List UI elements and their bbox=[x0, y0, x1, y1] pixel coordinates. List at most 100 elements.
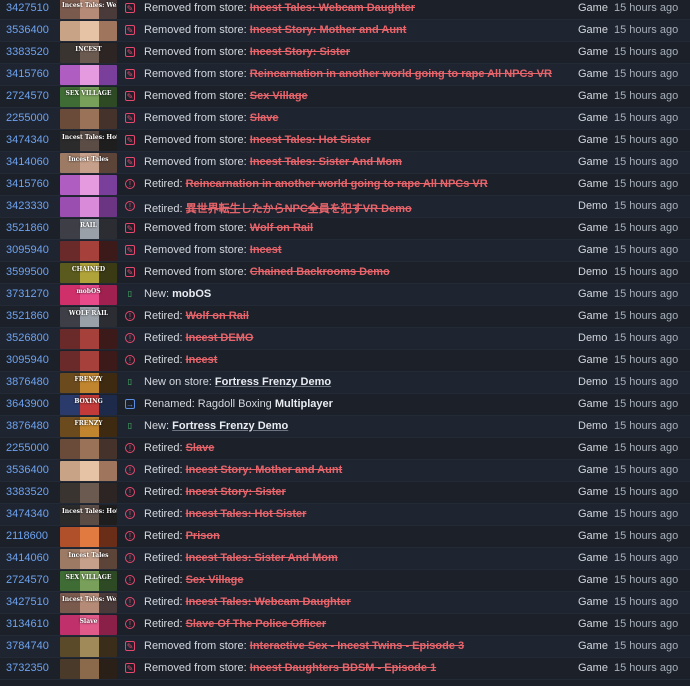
appid-link[interactable]: 3731270 bbox=[6, 288, 49, 300]
table-row[interactable]: 3536400 ✎ Removed from store: Incest Story… bbox=[0, 20, 690, 42]
app-name-link[interactable]: Incest Tales: Sister And Mom bbox=[250, 156, 402, 168]
app-name-link[interactable]: Reincarnation in another world going to … bbox=[250, 68, 552, 80]
app-name-link[interactable]: Slave bbox=[186, 442, 215, 454]
app-name-link[interactable]: Incest Tales: Webcam Daughter bbox=[250, 2, 415, 14]
table-row[interactable]: 3415760 ✎ Removed from store: Reincarnatio… bbox=[0, 64, 690, 86]
table-row[interactable]: 3474340 Incest Tales: Hot Sister ✎ Removed … bbox=[0, 130, 690, 152]
game-thumbnail[interactable] bbox=[60, 439, 117, 459]
game-thumbnail[interactable]: WOLF RAIL bbox=[60, 307, 117, 327]
game-thumbnail[interactable] bbox=[60, 329, 117, 349]
appid-link[interactable]: 3414060 bbox=[6, 552, 49, 564]
game-thumbnail[interactable] bbox=[60, 241, 117, 261]
appid-link[interactable]: 3536400 bbox=[6, 464, 49, 476]
appid-link[interactable]: 3474340 bbox=[6, 508, 49, 520]
appid-link[interactable]: 2724570 bbox=[6, 90, 49, 102]
game-thumbnail[interactable]: mobOS bbox=[60, 285, 117, 305]
app-name-link[interactable]: Reincarnation in another world going to … bbox=[186, 178, 488, 190]
table-row[interactable]: 3383520 INCEST ✎ Removed from store: Incest… bbox=[0, 42, 690, 64]
app-name-link[interactable]: Incest Tales: Hot Sister bbox=[186, 508, 307, 520]
table-row[interactable]: 3521860 WOLF RAIL! Retired: Wolf on Rail Ga… bbox=[0, 306, 690, 328]
table-row[interactable]: 3876480 FRENZY ▯ New: Fortress Frenzy Demo D… bbox=[0, 416, 690, 438]
app-name-link[interactable]: Incest Story: Sister bbox=[250, 46, 350, 58]
app-name-link[interactable]: 異世界転生したからNPC全員を犯すVR Demo bbox=[186, 203, 412, 215]
game-thumbnail[interactable] bbox=[60, 351, 117, 371]
game-thumbnail[interactable] bbox=[60, 175, 117, 195]
table-row[interactable]: 3415760! Retired: Reincarnation in anothe… bbox=[0, 174, 690, 196]
app-name-link[interactable]: Interactive Sex - Incest Twins - Episode… bbox=[250, 640, 464, 652]
table-row[interactable]: 3095940 ✎ Removed from store: Incest Game 15… bbox=[0, 240, 690, 262]
appid-link[interactable]: 2724570 bbox=[6, 574, 49, 586]
app-name-link[interactable]: Slave bbox=[250, 112, 279, 124]
appid-link[interactable]: 3526800 bbox=[6, 332, 49, 344]
appid-link[interactable]: 3876480 bbox=[6, 420, 49, 432]
app-name-link[interactable]: Incest Tales: Hot Sister bbox=[250, 134, 371, 146]
table-row[interactable]: 3599500 CHAINED ✎ Removed from store: Chain… bbox=[0, 262, 690, 284]
game-thumbnail[interactable]: CHAINED bbox=[60, 263, 117, 283]
app-name-link[interactable]: Incest bbox=[250, 244, 282, 256]
appid-link[interactable]: 2118600 bbox=[6, 530, 48, 542]
table-row[interactable]: 3731270 mobOS ▯ New: mobOS Game 15 hours ago bbox=[0, 284, 690, 306]
app-name-link[interactable]: Fortress Frenzy Demo bbox=[215, 376, 331, 388]
game-thumbnail[interactable]: INCEST bbox=[60, 43, 117, 63]
game-thumbnail[interactable] bbox=[60, 197, 117, 217]
app-name-link[interactable]: Chained Backrooms Demo bbox=[250, 266, 390, 278]
game-thumbnail[interactable] bbox=[60, 109, 117, 129]
app-name-link[interactable]: Sex Village bbox=[250, 90, 308, 102]
table-row[interactable]: 3784740 ✎ Removed from store: Interactive … bbox=[0, 636, 690, 658]
table-row[interactable]: 3095940! Retired: Incest Game 15 hours ago bbox=[0, 350, 690, 372]
game-thumbnail[interactable]: Incest Tales: Webcam Daughter bbox=[60, 593, 117, 613]
game-thumbnail[interactable]: FRENZY bbox=[60, 373, 117, 393]
appid-link[interactable]: 3134610 bbox=[6, 618, 49, 630]
game-thumbnail[interactable]: FRENZY bbox=[60, 417, 117, 437]
table-row[interactable]: 2724570 SEX VILLAGE! Retired: Sex Village G… bbox=[0, 570, 690, 592]
appid-link[interactable]: 3383520 bbox=[6, 486, 49, 498]
appid-link[interactable]: 3521860 bbox=[6, 222, 49, 234]
appid-link[interactable]: 3876480 bbox=[6, 376, 49, 388]
game-thumbnail[interactable]: Incest Tales: Webcam Daughter bbox=[60, 0, 117, 19]
appid-link[interactable]: 3423330 bbox=[6, 200, 49, 212]
game-thumbnail[interactable]: Slave bbox=[60, 615, 117, 635]
app-name-link[interactable]: Incest Story: Sister bbox=[186, 486, 286, 498]
game-thumbnail[interactable] bbox=[60, 21, 117, 41]
table-row[interactable]: 3414060 Incest Tales ✎ Removed from store: … bbox=[0, 152, 690, 174]
game-thumbnail[interactable]: Incest Tales: Hot Sister bbox=[60, 131, 117, 151]
appid-link[interactable]: 3383520 bbox=[6, 46, 49, 58]
appid-link[interactable]: 3095940 bbox=[6, 244, 49, 256]
table-row[interactable]: 3423330! Retired: 異世界転生したからNPC全員を犯すVR Dem… bbox=[0, 196, 690, 218]
game-thumbnail[interactable]: SEX VILLAGE bbox=[60, 571, 117, 591]
game-thumbnail[interactable] bbox=[60, 659, 117, 679]
app-name-link[interactable]: Incest DEMO bbox=[186, 332, 254, 344]
appid-link[interactable]: 3732350 bbox=[6, 662, 49, 674]
appid-link[interactable]: 3095940 bbox=[6, 354, 49, 366]
app-name-link[interactable]: Incest Daughters BDSM - Episode 1 bbox=[250, 662, 436, 674]
app-name-link[interactable]: Incest Tales: Sister And Mom bbox=[186, 552, 338, 564]
table-row[interactable]: 3521860 RAIL ✎ Removed from store: Wolf on … bbox=[0, 218, 690, 240]
app-name-link[interactable]: Sex Village bbox=[186, 574, 244, 586]
game-thumbnail[interactable] bbox=[60, 637, 117, 657]
appid-link[interactable]: 3427510 bbox=[6, 596, 49, 608]
game-thumbnail[interactable]: SEX VILLAGE bbox=[60, 87, 117, 107]
table-row[interactable]: 3414060 Incest Tales! Retired: Incest Tale… bbox=[0, 548, 690, 570]
appid-link[interactable]: 3415760 bbox=[6, 178, 49, 190]
game-thumbnail[interactable]: Incest Tales bbox=[60, 549, 117, 569]
table-row[interactable]: 3732350 ✎ Removed from store: Incest Daugh… bbox=[0, 658, 690, 680]
table-row[interactable]: 3474340 Incest Tales: Hot Sister! Retired:… bbox=[0, 504, 690, 526]
table-row[interactable]: 3643900 BOXING → Renamed: Ragdoll Boxing Mu… bbox=[0, 394, 690, 416]
game-thumbnail[interactable]: RAIL bbox=[60, 219, 117, 239]
table-row[interactable]: 3427510 Incest Tales: Webcam Daughter ✎ Rem… bbox=[0, 0, 690, 20]
table-row[interactable]: 3383520! Retired: Incest Story: Sister Gam… bbox=[0, 482, 690, 504]
app-name-link[interactable]: Prison bbox=[186, 530, 220, 542]
appid-link[interactable]: 3427510 bbox=[6, 2, 49, 14]
app-name-link[interactable]: Multiplayer bbox=[275, 398, 333, 410]
app-name-link[interactable]: Wolf on Rail bbox=[250, 222, 313, 234]
app-name-link[interactable]: Incest Tales: Webcam Daughter bbox=[186, 596, 351, 608]
app-name-link[interactable]: Slave Of The Police Officer bbox=[186, 618, 327, 630]
app-name-link[interactable]: Fortress Frenzy Demo bbox=[172, 420, 288, 432]
appid-link[interactable]: 3536400 bbox=[6, 24, 49, 36]
appid-link[interactable]: 3415760 bbox=[6, 68, 49, 80]
appid-link[interactable]: 3474340 bbox=[6, 134, 49, 146]
game-thumbnail[interactable] bbox=[60, 527, 117, 547]
table-row[interactable]: 2118600! Retired: Prison Game 15 hours ago bbox=[0, 526, 690, 548]
game-thumbnail[interactable]: Incest Tales: Hot Sister bbox=[60, 505, 117, 525]
app-name-link[interactable]: Incest bbox=[186, 354, 218, 366]
